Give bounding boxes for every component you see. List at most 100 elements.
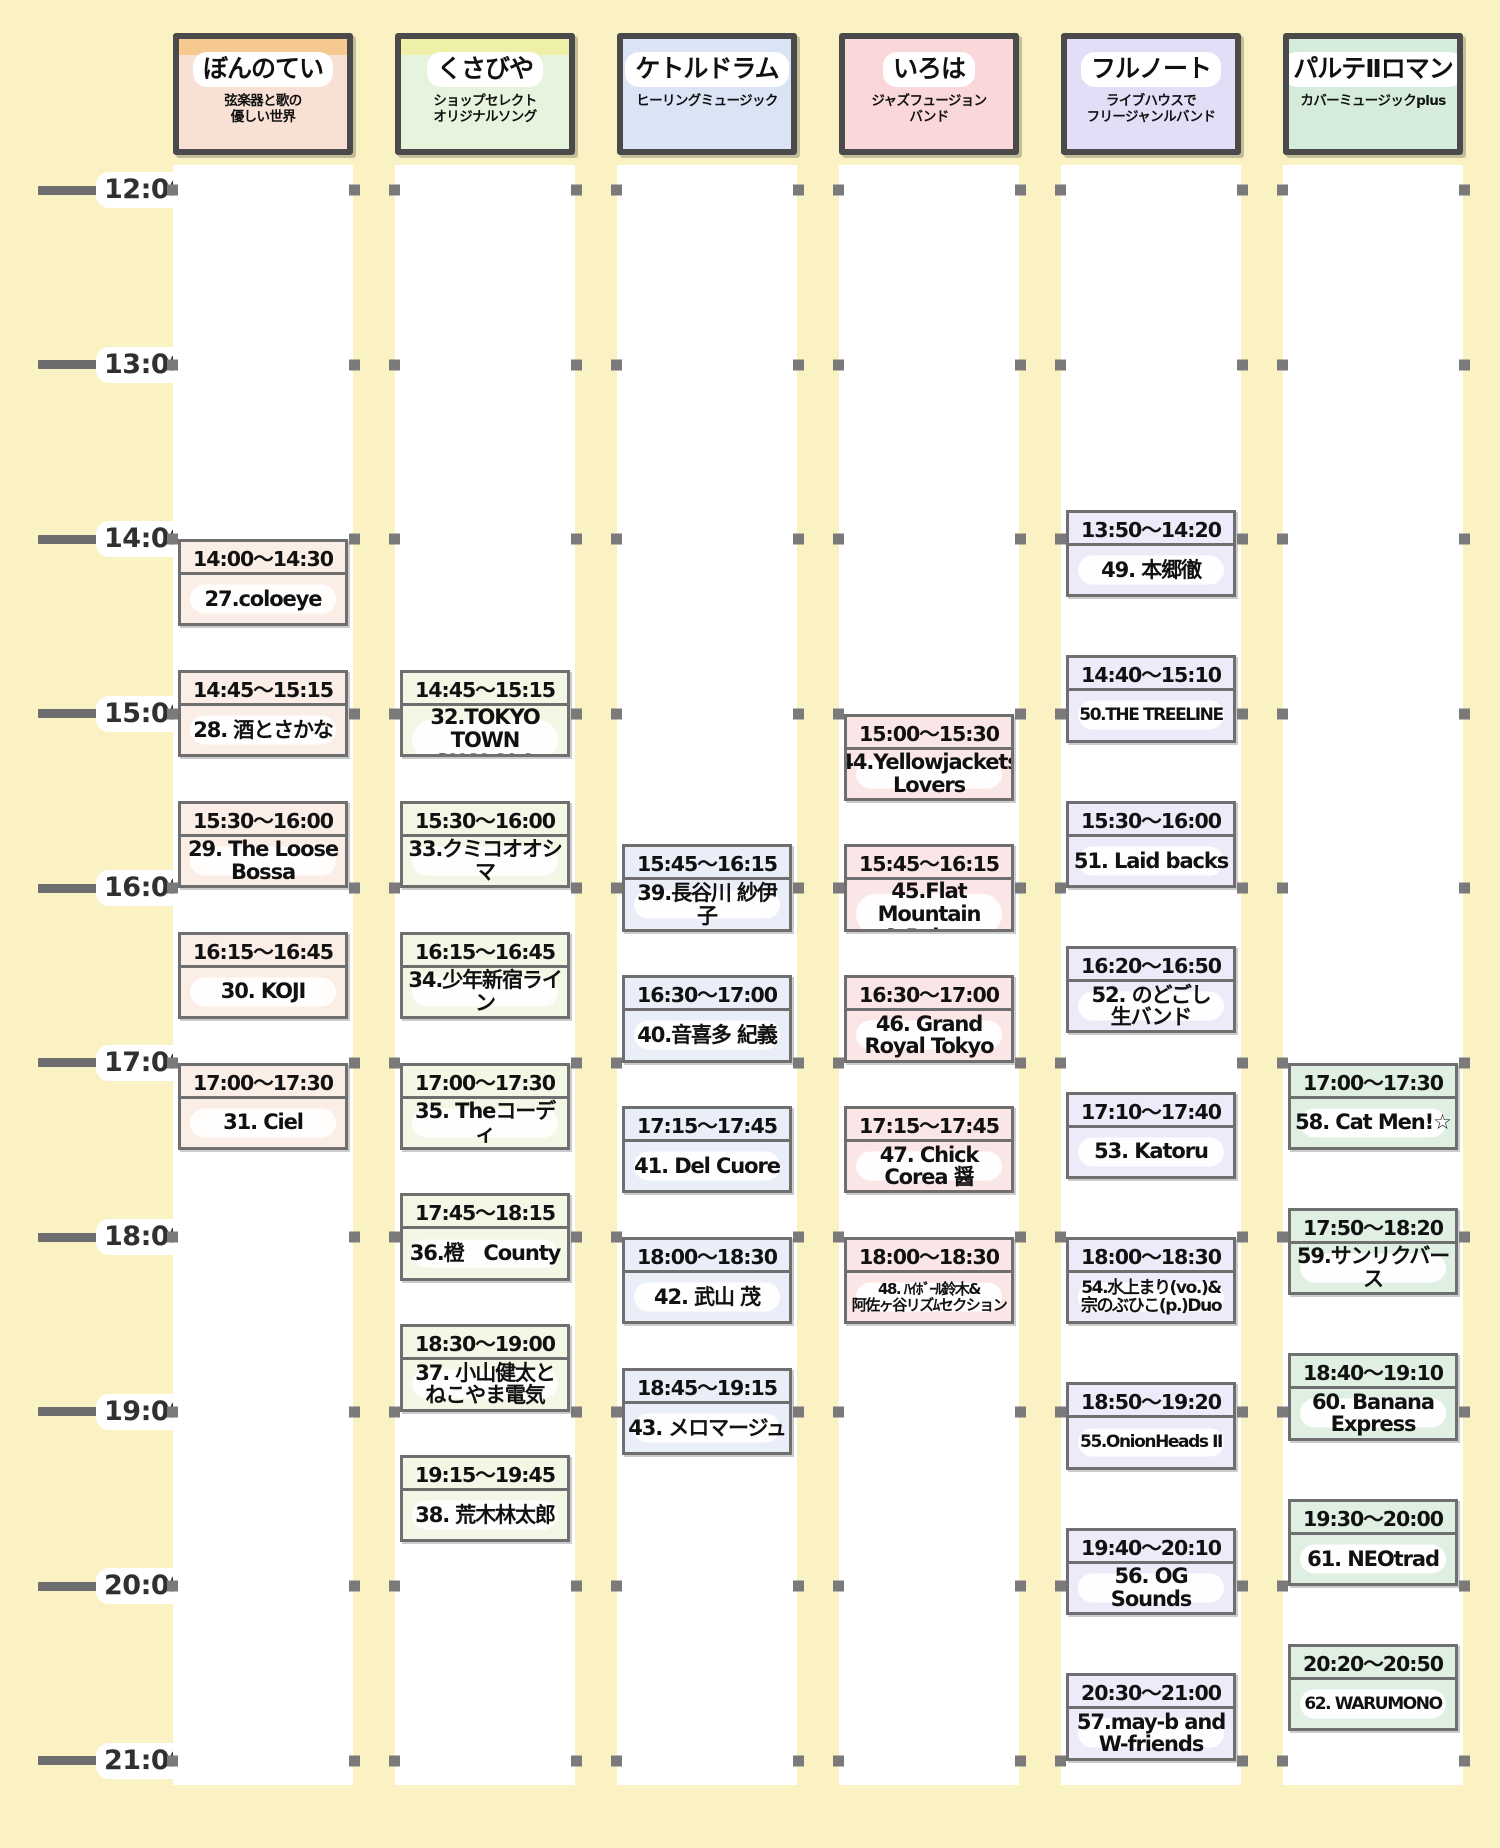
- hour-gridline-nub: [571, 359, 582, 370]
- event-title-wrap: 48. ﾊｲﾎﾞｰﾙ鈴木& 阿佐ヶ谷リズﾑセクション: [847, 1273, 1011, 1321]
- event-card[interactable]: 14:00〜14:30 27.coloeye: [178, 539, 348, 627]
- event-card[interactable]: 17:00〜17:30 58. Cat Men!☆: [1288, 1062, 1458, 1150]
- event-card[interactable]: 17:00〜17:30 35. Theコーディ: [400, 1062, 570, 1150]
- event-card[interactable]: 13:50〜14:20 49. 本郷徹: [1066, 509, 1236, 598]
- hour-gridline-nub: [1015, 1406, 1026, 1417]
- event-card[interactable]: 16:15〜16:45 34.少年新宿ライン: [400, 931, 570, 1019]
- event-card[interactable]: 16:30〜17:00 40.音喜多 紀義: [622, 975, 792, 1063]
- hour-gridline-nub: [389, 1231, 400, 1243]
- event-card[interactable]: 15:30〜16:00 51. Laid backs: [1066, 800, 1236, 888]
- hour-gridline-nub: [349, 533, 360, 545]
- event-card[interactable]: 17:45〜18:15 36.橙 County: [400, 1193, 570, 1281]
- event-card[interactable]: 17:00〜17:30 31. Ciel: [178, 1062, 348, 1150]
- event-card[interactable]: 18:40〜19:10 60. Banana Express: [1288, 1353, 1458, 1441]
- hour-gridline-nub: [167, 1580, 178, 1592]
- event-card[interactable]: 15:30〜16:00 29. The Loose Bossa: [178, 800, 348, 888]
- event-card[interactable]: 17:10〜17:40 53. Katoru: [1066, 1091, 1236, 1179]
- hour-gridline-nub: [1277, 1406, 1288, 1417]
- hour-gridline-nub: [389, 184, 400, 196]
- event-time: 18:00〜18:30: [625, 1240, 789, 1273]
- hour-gridline-nub: [1459, 1057, 1470, 1068]
- hour-gridline-nub: [1237, 1057, 1248, 1068]
- event-title: 41. Del Cuore: [634, 1153, 781, 1178]
- event-title-wrap: 45.Flat Mountain & Palace: [847, 880, 1011, 929]
- event-card[interactable]: 18:50〜19:20 55.OnionHeads II: [1066, 1382, 1236, 1470]
- hour-gridline-nub: [349, 1057, 360, 1068]
- hour-gridline-nub: [349, 1406, 360, 1417]
- event-card[interactable]: 19:15〜19:45 38. 荒木林太郎: [400, 1455, 570, 1543]
- venue-header-5[interactable]: フルノート ライブハウスで フリージャンルバンド: [1061, 33, 1241, 155]
- event-card[interactable]: 16:15〜16:45 30. KOJI: [178, 931, 348, 1019]
- event-time: 19:40〜20:10: [1069, 1531, 1233, 1564]
- event-title-wrap: 59.サンリクバース: [1291, 1244, 1455, 1292]
- event-title: 51. Laid backs: [1073, 848, 1229, 873]
- event-card[interactable]: 15:45〜16:15 39.長谷川 紗伊子: [622, 844, 792, 932]
- venue-header-2[interactable]: くさびや ショップセレクト オリジナルソング: [395, 33, 575, 155]
- tick-mark-icon: [38, 1581, 98, 1591]
- hour-gridline-nub: [1237, 1755, 1248, 1766]
- event-card[interactable]: 14:45〜15:1532.TOKYO TOWN SHALALA: [400, 669, 570, 758]
- hour-gridline-nub: [571, 1231, 582, 1243]
- hour-gridline-nub: [1237, 184, 1248, 196]
- event-title-wrap: 55.OnionHeads II: [1069, 1418, 1233, 1466]
- hour-gridline-nub: [1277, 708, 1288, 719]
- event-title-wrap: 28. 酒とさかな: [181, 706, 345, 754]
- event-card[interactable]: 18:00〜18:30 48. ﾊｲﾎﾞｰﾙ鈴木& 阿佐ヶ谷リズﾑセクション: [844, 1237, 1014, 1325]
- event-card[interactable]: 16:20〜16:50 52. のどごし 生バンド: [1066, 946, 1236, 1034]
- hour-gridline-nub: [793, 1057, 804, 1068]
- column-divider: [578, 165, 586, 1785]
- hour-gridline-nub: [1237, 533, 1248, 545]
- venue-header-3[interactable]: ケトルドラム ヒーリングミュージック: [617, 33, 797, 155]
- event-card[interactable]: 17:15〜17:45 41. Del Cuore: [622, 1106, 792, 1194]
- event-card[interactable]: 18:45〜19:15 43. メロマージュ: [622, 1367, 792, 1456]
- hour-gridline-nub: [611, 359, 622, 370]
- event-time: 16:15〜16:45: [181, 935, 345, 968]
- event-card[interactable]: 19:30〜20:00 61. NEOtrad: [1288, 1498, 1458, 1586]
- event-card[interactable]: 19:40〜20:10 56. OG Sounds: [1066, 1527, 1236, 1616]
- hour-gridline-nub: [389, 1580, 400, 1592]
- event-time: 17:00〜17:30: [1291, 1066, 1455, 1099]
- event-card[interactable]: 14:45〜15:15 28. 酒とさかな: [178, 669, 348, 758]
- event-time: 17:15〜17:45: [625, 1109, 789, 1143]
- event-time: 15:45〜16:15: [847, 847, 1011, 881]
- event-title-wrap: 32.TOKYO TOWN SHALALA: [403, 706, 567, 755]
- event-title: 54.水上まり(vo.)& 宗のぶひこ(p.)Duo: [1080, 1277, 1223, 1317]
- venue-header-4[interactable]: いろは ジャズフュージョン バンド: [839, 33, 1019, 155]
- hour-gridline-nub: [1277, 1231, 1288, 1243]
- event-card[interactable]: 15:30〜16:00 33.クミコオオシマ: [400, 800, 570, 888]
- event-card[interactable]: 15:45〜16:1545.Flat Mountain & Palace: [844, 844, 1014, 932]
- hour-gridline-nub: [1055, 533, 1066, 545]
- event-title-wrap: 42. 武山 茂: [625, 1273, 789, 1321]
- event-card[interactable]: 16:30〜17:00 46. Grand Royal Tokyo: [844, 975, 1014, 1063]
- event-title: 50.THE TREELINE: [1079, 705, 1224, 726]
- event-card[interactable]: 18:00〜18:30 54.水上まり(vo.)& 宗のぶひこ(p.)Duo: [1066, 1237, 1236, 1325]
- event-title: 29. The Loose Bossa: [187, 837, 339, 884]
- hour-gridline-nub: [349, 359, 360, 370]
- event-time: 17:00〜17:30: [403, 1066, 567, 1099]
- event-title: 43. メロマージュ: [628, 1415, 787, 1440]
- event-card[interactable]: 17:50〜18:20 59.サンリクバース: [1288, 1207, 1458, 1296]
- event-card[interactable]: 17:15〜17:45 47. Chick Corea 醤: [844, 1106, 1014, 1194]
- venue-tagline: 弦楽器と歌の 優しい世界: [224, 93, 302, 126]
- event-title: 47. Chick Corea 醤: [879, 1142, 980, 1190]
- hour-gridline-nub: [1277, 1755, 1288, 1766]
- hour-gridline-nub: [1015, 882, 1026, 894]
- event-title-wrap: 37. 小山健太と ねこやま電気: [403, 1360, 567, 1408]
- hour-gridline-nub: [349, 184, 360, 196]
- event-card[interactable]: 18:00〜18:30 42. 武山 茂: [622, 1237, 792, 1325]
- event-card[interactable]: 20:20〜20:50 62. WARUMONO: [1288, 1644, 1458, 1732]
- venue-header-6[interactable]: パルテⅡロマン カバーミュージックplus: [1283, 33, 1463, 155]
- hour-gridline-nub: [349, 1580, 360, 1592]
- hour-gridline-nub: [833, 708, 844, 719]
- event-time: 18:00〜18:30: [847, 1240, 1011, 1273]
- hour-gridline-nub: [1055, 359, 1066, 370]
- hour-gridline-nub: [1277, 533, 1288, 545]
- event-card[interactable]: 15:00〜15:30 44.Yellowjackets Lovers: [844, 713, 1014, 801]
- event-card[interactable]: 18:30〜19:00 37. 小山健太と ねこやま電気: [400, 1324, 570, 1412]
- hour-gridline-nub: [571, 184, 582, 196]
- hour-gridline-nub: [167, 708, 178, 719]
- event-card[interactable]: 14:40〜15:10 50.THE TREELINE: [1066, 655, 1236, 743]
- event-title: 33.クミコオオシマ: [408, 837, 562, 884]
- event-card[interactable]: 20:30〜21:00 57.may-b and W-friends: [1066, 1673, 1236, 1761]
- venue-header-1[interactable]: ぼんのてい 弦楽器と歌の 優しい世界: [173, 33, 353, 155]
